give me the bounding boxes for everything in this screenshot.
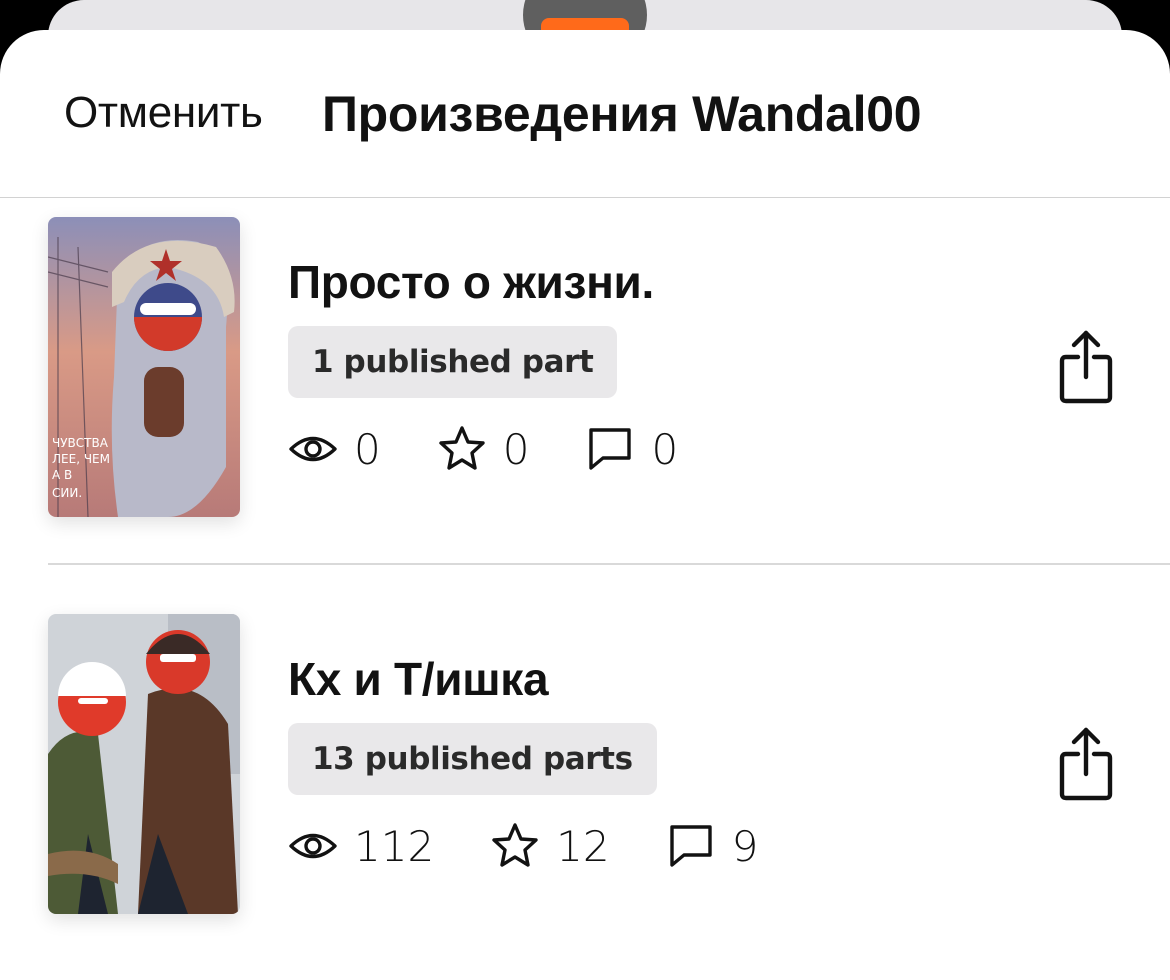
votes-count: 12 [556, 821, 610, 871]
svg-text:ЛЕЕ, ЧЕМ: ЛЕЕ, ЧЕМ [52, 452, 110, 466]
comments-stat: 0 [585, 424, 678, 474]
comment-icon [669, 825, 712, 867]
eye-icon [289, 436, 337, 462]
story-stats: 112 12 9 [288, 821, 814, 871]
comments-stat: 9 [666, 821, 759, 871]
views-count: 0 [354, 424, 381, 474]
votes-stat: 0 [437, 424, 530, 474]
views-stat: 0 [288, 424, 381, 474]
page-title: Произведения Wandal00 [322, 86, 922, 142]
votes-stat: 12 [490, 821, 610, 871]
share-icon [1059, 727, 1113, 801]
story-title[interactable]: Кх и Т/ишка [288, 652, 549, 706]
svg-text:СИИ.: СИИ. [52, 486, 82, 500]
comments-count: 9 [731, 821, 759, 871]
sheet-header: Отменить Произведения Wandal00 [0, 30, 1170, 198]
svg-text:А В: А В [52, 468, 72, 482]
story-title[interactable]: Просто о жизни. [288, 255, 654, 309]
published-parts-badge: 13 published parts [288, 723, 657, 795]
share-icon [1059, 330, 1113, 404]
comments-count: 0 [651, 424, 679, 474]
share-button[interactable] [1058, 724, 1114, 804]
views-count: 112 [354, 821, 435, 871]
votes-count: 0 [502, 424, 530, 474]
share-button[interactable] [1058, 327, 1114, 407]
views-stat: 112 [288, 821, 434, 871]
comment-icon [589, 428, 632, 470]
story-cover-image[interactable]: ЧУВСТВА ЛЕЕ, ЧЕМ А В СИИ. [48, 217, 240, 517]
star-icon [439, 426, 485, 470]
svg-text:ЧУВСТВА: ЧУВСТВА [52, 436, 109, 450]
published-parts-badge: 1 published part [288, 326, 618, 398]
story-item[interactable]: ЧУВСТВА ЛЕЕ, ЧЕМ А В СИИ. Просто о жизни… [48, 217, 1170, 517]
story-item[interactable]: Кх и Т/ишка 13 published parts 112 12 9 [48, 614, 1170, 914]
story-stats: 0 0 0 [288, 424, 734, 474]
cancel-button[interactable]: Отменить [64, 88, 263, 138]
list-divider [48, 563, 1170, 565]
eye-icon [289, 833, 337, 859]
story-cover-image[interactable] [48, 614, 240, 914]
star-icon [492, 823, 538, 867]
